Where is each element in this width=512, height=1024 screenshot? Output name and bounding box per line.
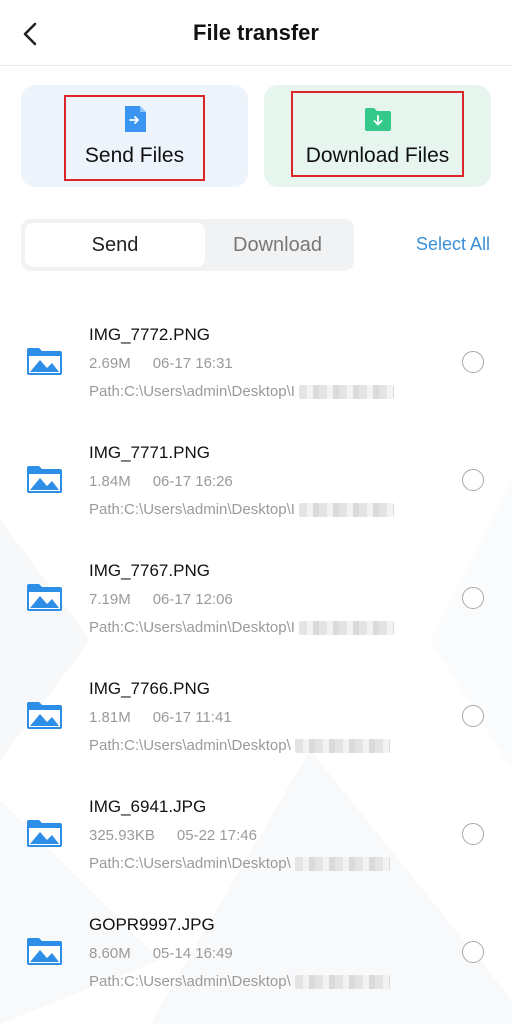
image-file-icon: [27, 584, 62, 611]
file-row[interactable]: IMG_7767.PNG 7.19M 06-17 12:06 Path:C:\Us…: [0, 538, 512, 656]
file-date: 06-17 12:06: [152, 591, 233, 608]
file-meta: 1.84M 06-17 16:26: [89, 473, 233, 490]
file-meta: 325.93KB 05-22 17:46: [89, 827, 257, 844]
tab-download[interactable]: Download: [205, 223, 350, 267]
file-row[interactable]: GOPR9997.JPG 8.60M 05-14 16:49 Path:C:\Us…: [0, 892, 512, 1010]
file-path: Path:C:\Users\admin\Desktop\: [89, 973, 419, 990]
select-radio[interactable]: [462, 705, 484, 727]
file-size: 325.93KB: [89, 827, 155, 844]
file-meta: 1.81M 06-17 11:41: [89, 709, 232, 726]
file-row[interactable]: IMG_6941.JPG 325.93KB 05-22 17:46 Path:C:…: [0, 774, 512, 892]
image-file-icon: [27, 702, 62, 729]
image-file-icon: [27, 348, 62, 375]
file-meta: 7.19M 06-17 12:06: [89, 591, 233, 608]
file-path-text: Path:C:\Users\admin\Desktop\: [89, 737, 291, 754]
download-files-card[interactable]: Download Files: [264, 85, 491, 187]
file-name: IMG_7772.PNG: [89, 325, 210, 344]
send-files-label: Send Files: [84, 144, 185, 167]
file-date: 06-17 11:41: [152, 709, 232, 726]
select-radio[interactable]: [462, 351, 484, 373]
file-path-text: Path:C:\Users\admin\Desktop\I: [89, 619, 295, 636]
file-path-text: Path:C:\Users\admin\Desktop\I: [89, 501, 295, 518]
file-name: IMG_7771.PNG: [89, 443, 210, 462]
file-size: 8.60M: [89, 945, 131, 962]
file-size: 7.19M: [89, 591, 131, 608]
send-files-card[interactable]: Send Files: [21, 85, 248, 187]
redacted-path: [294, 975, 390, 990]
select-radio[interactable]: [462, 823, 484, 845]
file-date: 06-17 16:31: [152, 355, 233, 372]
file-name: IMG_6941.JPG: [89, 797, 207, 816]
file-path: Path:C:\Users\admin\Desktop\: [89, 855, 419, 872]
file-meta: 8.60M 05-14 16:49: [89, 945, 233, 962]
file-name: IMG_7766.PNG: [89, 679, 210, 698]
transfer-mode-tabs: Send Download: [21, 219, 354, 271]
redacted-path: [298, 621, 394, 636]
file-size: 1.84M: [89, 473, 131, 490]
image-file-icon: [27, 820, 62, 847]
file-send-icon: [124, 106, 146, 132]
file-path: Path:C:\Users\admin\Desktop\: [89, 737, 419, 754]
file-date: 05-14 16:49: [152, 945, 233, 962]
file-name: GOPR9997.JPG: [89, 915, 215, 934]
image-file-icon: [27, 466, 62, 493]
select-all-button[interactable]: Select All: [416, 234, 490, 255]
file-path-text: Path:C:\Users\admin\Desktop\: [89, 973, 291, 990]
redacted-path: [294, 739, 390, 754]
file-list: IMG_7772.PNG 2.69M 06-17 16:31 Path:C:\Us…: [0, 302, 512, 1010]
select-radio[interactable]: [462, 941, 484, 963]
file-date: 05-22 17:46: [176, 827, 257, 844]
redacted-path: [298, 385, 394, 400]
file-size: 2.69M: [89, 355, 131, 372]
file-row[interactable]: IMG_7772.PNG 2.69M 06-17 16:31 Path:C:\Us…: [0, 302, 512, 420]
tab-send[interactable]: Send: [25, 223, 205, 267]
file-size: 1.81M: [89, 709, 131, 726]
file-path-text: Path:C:\Users\admin\Desktop\: [89, 855, 291, 872]
select-radio[interactable]: [462, 587, 484, 609]
file-meta: 2.69M 06-17 16:31: [89, 355, 233, 372]
download-files-label: Download Files: [305, 144, 450, 167]
file-name: IMG_7767.PNG: [89, 561, 210, 580]
file-path: Path:C:\Users\admin\Desktop\I: [89, 501, 419, 518]
file-row[interactable]: IMG_7771.PNG 1.84M 06-17 16:26 Path:C:\Us…: [0, 420, 512, 538]
redacted-path: [298, 503, 394, 518]
file-path: Path:C:\Users\admin\Desktop\I: [89, 619, 419, 636]
file-path: Path:C:\Users\admin\Desktop\I: [89, 383, 419, 400]
redacted-path: [294, 857, 390, 872]
folder-download-icon: [364, 108, 391, 131]
app-header: File transfer: [0, 0, 512, 66]
file-date: 06-17 16:26: [152, 473, 233, 490]
file-path-text: Path:C:\Users\admin\Desktop\I: [89, 383, 295, 400]
image-file-icon: [27, 938, 62, 965]
page-title: File transfer: [193, 20, 319, 45]
select-radio[interactable]: [462, 469, 484, 491]
file-row[interactable]: IMG_7766.PNG 1.81M 06-17 11:41 Path:C:\Us…: [0, 656, 512, 774]
